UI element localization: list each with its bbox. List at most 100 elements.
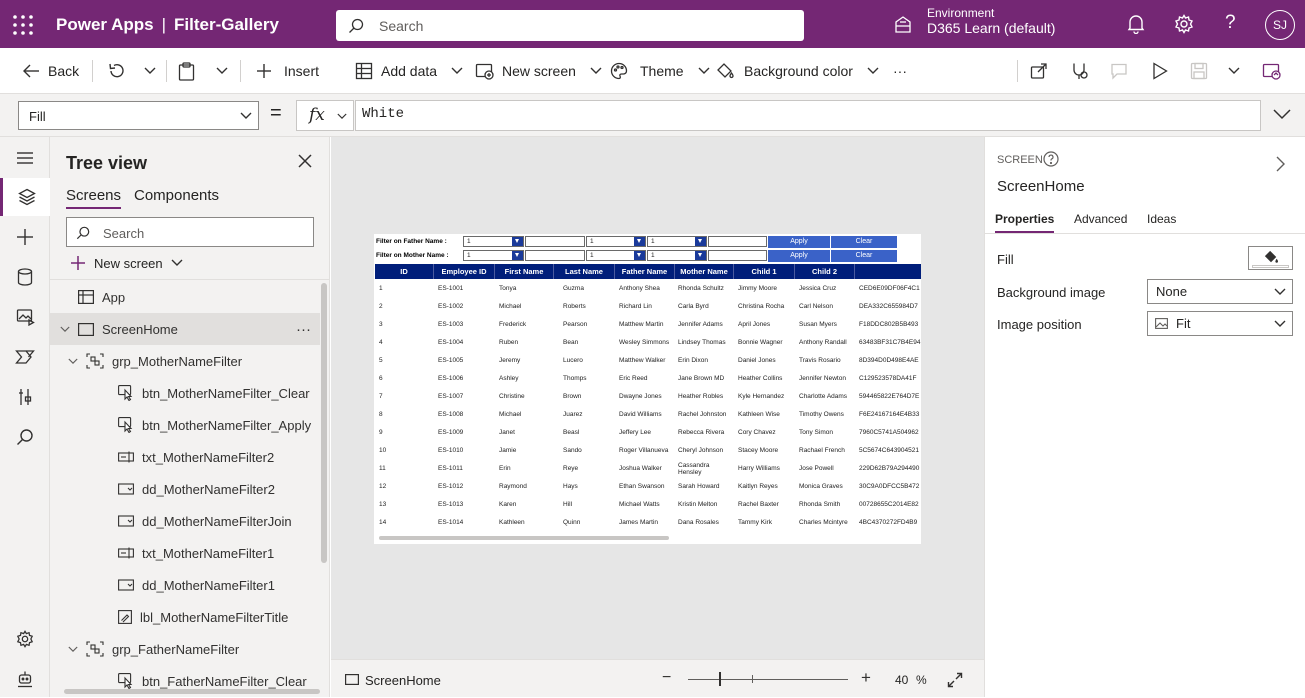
zoom-slider-thumb[interactable] bbox=[719, 672, 721, 686]
gallery-row[interactable]: 11 ES-1011 Erin Reye Joshua Walker Cassandra … bbox=[375, 460, 921, 478]
tree-node[interactable]: ScreenHome ··· bbox=[50, 313, 320, 345]
mother-text-input-2[interactable] bbox=[708, 250, 767, 261]
product-name[interactable]: Power Apps bbox=[56, 15, 154, 34]
comments-icon[interactable] bbox=[1110, 48, 1128, 94]
gallery-row[interactable]: 14 ES-1014 Kathleen Quinn James Martin Dana R… bbox=[375, 514, 921, 532]
paste-menu-button[interactable] bbox=[216, 48, 228, 94]
father-text-input-2[interactable] bbox=[708, 236, 767, 247]
father-apply-button[interactable]: Apply bbox=[768, 236, 830, 248]
back-button[interactable]: Back bbox=[22, 48, 79, 94]
settings-icon[interactable] bbox=[1174, 14, 1194, 34]
mother-clear-button[interactable]: Clear bbox=[831, 250, 897, 262]
background-color-button[interactable]: Background color bbox=[716, 48, 879, 94]
tab-advanced[interactable]: Advanced bbox=[1074, 212, 1127, 226]
tree-node[interactable]: App bbox=[50, 281, 320, 313]
gallery-row[interactable]: 4 ES-1004 Ruben Bean Wesley Simmons Lindsey T… bbox=[375, 334, 921, 352]
background-image-dropdown[interactable]: None bbox=[1147, 279, 1293, 304]
mother-text-input-1[interactable] bbox=[525, 250, 585, 261]
chevron-down-icon[interactable] bbox=[60, 326, 74, 333]
data-icon[interactable] bbox=[0, 258, 50, 296]
tab-ideas[interactable]: Ideas bbox=[1147, 212, 1176, 226]
environment-icon[interactable] bbox=[893, 14, 913, 34]
more-commands-button[interactable]: ··· bbox=[893, 48, 907, 94]
current-screen-name[interactable]: ScreenHome bbox=[365, 673, 441, 688]
tree-node[interactable]: dd_MotherNameFilterJoin bbox=[50, 505, 320, 537]
gallery-row[interactable]: 8 ES-1008 Michael Juarez David Williams Rache… bbox=[375, 406, 921, 424]
gallery-row[interactable]: 13 ES-1013 Karen Hill Michael Watts Kristin M… bbox=[375, 496, 921, 514]
paste-button[interactable] bbox=[178, 48, 195, 94]
chevron-down-icon[interactable] bbox=[68, 358, 82, 365]
undo-menu-button[interactable] bbox=[144, 48, 156, 94]
tree-node[interactable]: txt_MotherNameFilter2 bbox=[50, 441, 320, 473]
virtual-agent-icon[interactable] bbox=[0, 660, 50, 698]
gallery-row[interactable]: 7 ES-1007 Christine Brown Dwayne Jones Heathe… bbox=[375, 388, 921, 406]
chevron-right-icon[interactable] bbox=[1275, 156, 1285, 172]
property-dropdown[interactable]: Fill bbox=[18, 101, 259, 130]
gallery-row[interactable]: 6 ES-1006 Ashley Thomps Eric Reed Jane Brown … bbox=[375, 370, 921, 388]
gallery-row[interactable]: 5 ES-1005 Jeremy Lucero Matthew Walker Erin D… bbox=[375, 352, 921, 370]
gallery-row[interactable]: 9 ES-1009 Janet Beasl Jeffery Lee Rebecca Riv… bbox=[375, 424, 921, 442]
zoom-out-button[interactable]: − bbox=[662, 669, 671, 687]
gallery-row[interactable]: 10 ES-1010 Jamie Sando Roger Villanueva Chery… bbox=[375, 442, 921, 460]
tree-node[interactable]: grp_MotherNameFilter bbox=[50, 345, 320, 377]
menu-icon[interactable] bbox=[0, 139, 50, 177]
add-data-button[interactable]: Add data bbox=[355, 48, 463, 94]
tree-node[interactable]: btn_MotherNameFilter_Apply bbox=[50, 409, 320, 441]
save-icon[interactable] bbox=[1190, 48, 1208, 94]
expand-formula-icon[interactable] bbox=[1272, 108, 1292, 120]
insert-button[interactable]: Insert bbox=[256, 48, 319, 94]
mother-dropdown-2[interactable]: 1 bbox=[647, 250, 707, 261]
chevron-down-icon[interactable] bbox=[68, 646, 82, 653]
tab-properties[interactable]: Properties bbox=[995, 212, 1055, 233]
help-circle-icon[interactable] bbox=[1043, 151, 1059, 167]
father-dropdown-1[interactable]: 1 bbox=[463, 236, 524, 247]
insert-icon[interactable] bbox=[0, 218, 50, 256]
environment-value[interactable]: D365 Learn (default) bbox=[927, 20, 1055, 36]
tree-node[interactable]: lbl_MotherNameFilterTitle bbox=[50, 601, 320, 633]
zoom-slider[interactable] bbox=[688, 679, 848, 680]
tree-node[interactable]: btn_MotherNameFilter_Clear bbox=[50, 377, 320, 409]
tree-node[interactable]: grp_FatherNameFilter bbox=[50, 633, 320, 665]
avatar[interactable]: SJ bbox=[1265, 10, 1295, 40]
save-menu-button[interactable] bbox=[1228, 48, 1240, 94]
publish-icon[interactable] bbox=[1262, 48, 1281, 94]
gallery-horizontal-scrollbar[interactable] bbox=[379, 536, 669, 540]
more-options-icon[interactable]: ··· bbox=[296, 321, 311, 338]
new-screen-button[interactable]: New screen bbox=[475, 48, 602, 94]
control-name[interactable]: ScreenHome bbox=[997, 178, 1085, 195]
app-checker-icon[interactable] bbox=[1070, 48, 1088, 94]
notifications-icon[interactable] bbox=[1127, 14, 1145, 34]
search-icon[interactable] bbox=[0, 418, 50, 456]
tab-screens[interactable]: Screens bbox=[66, 187, 122, 209]
fit-to-window-icon[interactable] bbox=[947, 672, 963, 688]
preview-play-icon[interactable] bbox=[1152, 48, 1168, 94]
fx-button[interactable]: fx bbox=[296, 100, 354, 131]
tree-search-input[interactable]: Search bbox=[66, 217, 314, 247]
tree-node[interactable]: txt_MotherNameFilter1 bbox=[50, 537, 320, 569]
tree-view-icon[interactable] bbox=[0, 178, 50, 216]
share-icon[interactable] bbox=[1030, 48, 1048, 94]
tab-components[interactable]: Components bbox=[134, 187, 219, 204]
gallery-row[interactable]: 12 ES-1012 Raymond Hays Ethan Swanson Sarah H… bbox=[375, 478, 921, 496]
vertical-scrollbar[interactable] bbox=[321, 283, 327, 563]
power-automate-icon[interactable] bbox=[0, 338, 50, 376]
fill-color-picker[interactable] bbox=[1248, 246, 1293, 270]
gallery-row[interactable]: 2 ES-1002 Michael Roberts Richard Lin Carla B… bbox=[375, 298, 921, 316]
undo-button[interactable] bbox=[107, 48, 125, 94]
help-icon[interactable]: ? bbox=[1225, 12, 1236, 34]
app-launcher-icon[interactable] bbox=[12, 14, 34, 36]
mother-apply-button[interactable]: Apply bbox=[768, 250, 830, 262]
theme-button[interactable]: Theme bbox=[610, 48, 710, 94]
gallery-row[interactable]: 3 ES-1003 Frederick Pearson Matthew Martin Je… bbox=[375, 316, 921, 334]
father-dropdown-2[interactable]: 1 bbox=[647, 236, 707, 247]
close-icon[interactable] bbox=[298, 154, 312, 168]
tree-node[interactable]: dd_MotherNameFilter2 bbox=[50, 473, 320, 505]
father-join-dropdown[interactable]: 1 bbox=[586, 236, 646, 247]
advanced-tools-icon[interactable] bbox=[0, 378, 50, 416]
settings-icon[interactable] bbox=[0, 620, 50, 658]
mother-join-dropdown[interactable]: 1 bbox=[586, 250, 646, 261]
mother-dropdown-1[interactable]: 1 bbox=[463, 250, 524, 261]
image-position-dropdown[interactable]: Fit bbox=[1147, 311, 1293, 336]
horizontal-scrollbar[interactable] bbox=[64, 689, 320, 694]
media-icon[interactable] bbox=[0, 298, 50, 336]
